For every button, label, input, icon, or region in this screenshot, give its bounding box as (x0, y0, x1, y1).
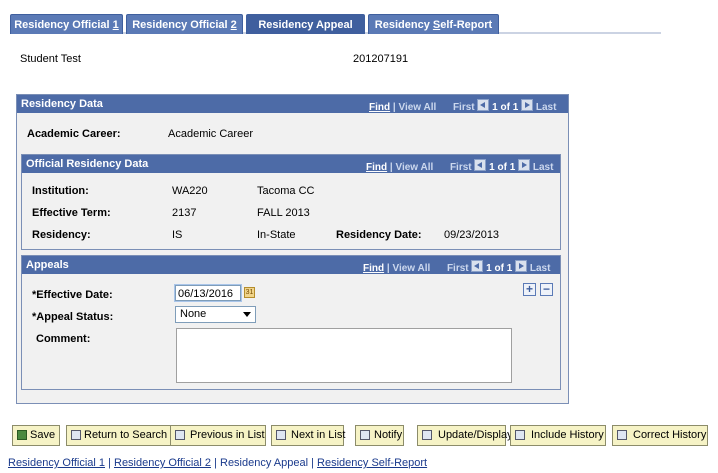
footer-links: Residency Official 1 | Residency Officia… (8, 457, 428, 469)
last-link[interactable]: Last (530, 263, 551, 274)
panel-title: Residency Data (21, 98, 103, 110)
appeal-status-label: *Appeal Status: (32, 311, 114, 323)
panel-nav: Find | View All First 1 of 1 Last (369, 99, 556, 113)
institution-name: Tacoma CC (257, 185, 315, 197)
academic-career-label: Academic Career: (27, 128, 121, 140)
save-icon (17, 430, 27, 440)
comment-textarea[interactable] (176, 328, 512, 383)
tab-residency-appeal[interactable]: Residency Appeal (246, 14, 365, 34)
correct-history-icon (617, 430, 627, 440)
calendar-icon[interactable]: 31 (244, 287, 255, 298)
next-row-icon[interactable] (518, 159, 531, 171)
include-history-icon (515, 430, 525, 440)
first-link[interactable]: First (447, 263, 469, 274)
panel-title: Appeals (26, 259, 69, 271)
panel-title: Official Residency Data (26, 158, 149, 170)
institution-label: Institution: (32, 185, 89, 197)
next-in-list-button[interactable]: Next in List (271, 425, 345, 446)
residency-date-value: 09/23/2013 (444, 229, 500, 241)
last-link[interactable]: Last (533, 162, 554, 173)
view-all-link[interactable]: View All (395, 162, 433, 173)
next-row-icon[interactable] (515, 260, 528, 272)
institution-code: WA220 (172, 185, 208, 197)
update-display-button[interactable]: Update/Display (417, 425, 513, 446)
footer-link-residency-official-2[interactable]: Residency Official 2 (114, 457, 211, 469)
tab-bar: Residency Official 1 Residency Official … (10, 14, 710, 34)
find-link[interactable]: Find (363, 263, 384, 274)
add-row-icon[interactable]: + (523, 283, 536, 296)
save-button[interactable]: Save (12, 425, 60, 446)
include-history-button[interactable]: Include History (510, 425, 606, 446)
arrow-down-list-icon (276, 430, 286, 440)
appeals-header: Appeals Find | View All First 1 of 1 Las… (22, 256, 560, 274)
student-id: 201207191 (353, 53, 409, 65)
correct-history-button[interactable]: Correct History (612, 425, 708, 446)
tab-residency-self-report[interactable]: Residency Self-Report (368, 14, 499, 34)
residency-data-header: Residency Data Find | View All First 1 o… (17, 95, 568, 113)
official-residency-header: Official Residency Data Find | View All … (22, 155, 560, 173)
last-link[interactable]: Last (536, 102, 557, 113)
footer-link-residency-official-1[interactable]: Residency Official 1 (8, 457, 105, 469)
tab-residency-official-2[interactable]: Residency Official 2 (126, 14, 243, 34)
find-link[interactable]: Find (366, 162, 387, 173)
panel-nav: Find | View All First 1 of 1 Last (366, 159, 553, 173)
return-to-search-button[interactable]: Return to Search (66, 425, 178, 446)
notify-icon (360, 430, 370, 440)
appeal-status-select[interactable]: None (175, 306, 256, 323)
find-link[interactable]: Find (369, 102, 390, 113)
effective-date-input[interactable]: 06/13/2016 (174, 284, 242, 302)
notify-button[interactable]: Notify (355, 425, 404, 446)
effective-term-name: FALL 2013 (257, 207, 310, 219)
first-link[interactable]: First (450, 162, 472, 173)
update-display-icon (422, 430, 432, 440)
search-icon (71, 430, 81, 440)
academic-career-value: Academic Career (168, 128, 253, 140)
panel-nav: Find | View All First 1 of 1 Last (363, 260, 550, 274)
footer-current-residency-appeal: Residency Appeal (220, 457, 309, 469)
residency-date-label: Residency Date: (336, 229, 422, 241)
next-row-icon[interactable] (521, 99, 534, 111)
effective-date-label: *Effective Date: (32, 289, 113, 301)
arrow-up-list-icon (175, 430, 185, 440)
comment-label: Comment: (36, 333, 91, 345)
previous-row-icon[interactable] (471, 260, 484, 272)
previous-in-list-button[interactable]: Previous in List (170, 425, 266, 446)
previous-row-icon[interactable] (477, 99, 490, 111)
chevron-down-icon (243, 312, 251, 317)
delete-row-icon[interactable]: − (540, 283, 553, 296)
effective-term-code: 2137 (172, 207, 197, 219)
effective-term-label: Effective Term: (32, 207, 111, 219)
residency-code: IS (172, 229, 183, 241)
tab-residency-official-1[interactable]: Residency Official 1 (10, 14, 123, 34)
residency-name: In-State (257, 229, 296, 241)
appeal-status-value: None (180, 308, 207, 320)
footer-link-residency-self-report[interactable]: Residency Self-Report (317, 457, 427, 469)
previous-row-icon[interactable] (474, 159, 487, 171)
residency-label: Residency: (32, 229, 91, 241)
student-name: Student Test (20, 53, 81, 65)
view-all-link[interactable]: View All (398, 102, 436, 113)
official-residency-panel: Official Residency Data Find | View All … (21, 154, 561, 250)
view-all-link[interactable]: View All (392, 263, 430, 274)
first-link[interactable]: First (453, 102, 475, 113)
